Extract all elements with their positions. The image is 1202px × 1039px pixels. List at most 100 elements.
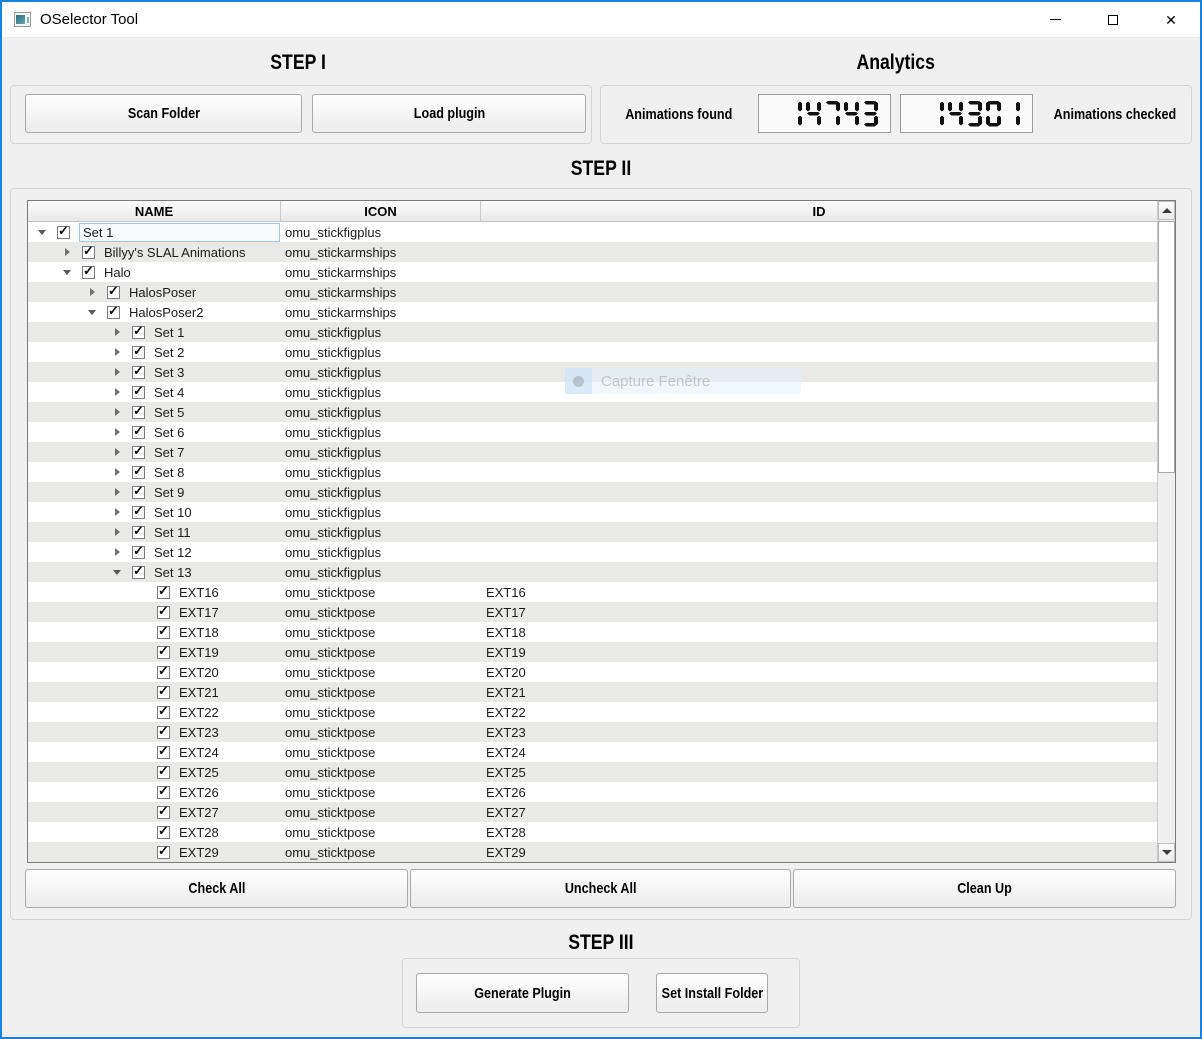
tree-row[interactable]: ✓EXT20omu_sticktposeEXT20 <box>28 662 1157 682</box>
tree-row[interactable]: ✓Set 5omu_stickfigplus <box>28 402 1157 422</box>
expand-arrow-icon[interactable] <box>115 348 120 356</box>
row-checkbox[interactable]: ✓ <box>107 286 120 299</box>
tree-row[interactable]: ✓EXT18omu_sticktposeEXT18 <box>28 622 1157 642</box>
row-checkbox[interactable]: ✓ <box>157 806 170 819</box>
expand-arrow-icon[interactable] <box>115 508 120 516</box>
row-checkbox[interactable]: ✓ <box>82 246 95 259</box>
check-all-button[interactable]: Check All <box>25 869 408 908</box>
expand-arrow-icon[interactable] <box>65 248 70 256</box>
generate-plugin-button[interactable]: Generate Plugin <box>416 973 629 1013</box>
inline-edit-field[interactable]: Set 1 <box>79 223 280 242</box>
expand-arrow-icon[interactable] <box>115 448 120 456</box>
row-checkbox[interactable]: ✓ <box>157 666 170 679</box>
tree-row[interactable]: ✓Set 12omu_stickfigplus <box>28 542 1157 562</box>
row-checkbox[interactable]: ✓ <box>132 346 145 359</box>
row-checkbox[interactable]: ✓ <box>132 506 145 519</box>
scroll-up-button[interactable] <box>1158 201 1175 220</box>
row-checkbox[interactable]: ✓ <box>132 526 145 539</box>
scrollbar-thumb[interactable] <box>1158 221 1175 473</box>
tree-row[interactable]: ✓EXT28omu_sticktposeEXT28 <box>28 822 1157 842</box>
row-checkbox[interactable]: ✓ <box>157 826 170 839</box>
row-checkbox[interactable]: ✓ <box>132 486 145 499</box>
row-checkbox[interactable]: ✓ <box>132 386 145 399</box>
tree-row[interactable]: ✓Haloomu_stickarmships <box>28 262 1157 282</box>
tree-row[interactable]: ✓Set 13omu_stickfigplus <box>28 562 1157 582</box>
row-checkbox[interactable]: ✓ <box>132 366 145 379</box>
collapse-arrow-icon[interactable] <box>113 570 121 575</box>
row-checkbox[interactable]: ✓ <box>132 466 145 479</box>
row-checkbox[interactable]: ✓ <box>157 706 170 719</box>
collapse-arrow-icon[interactable] <box>88 310 96 315</box>
vertical-scrollbar[interactable] <box>1157 201 1175 862</box>
tree-row[interactable]: ✓Set 1omu_stickfigplus <box>28 222 1157 242</box>
row-checkbox[interactable]: ✓ <box>132 566 145 579</box>
tree-row[interactable]: ✓EXT25omu_sticktposeEXT25 <box>28 762 1157 782</box>
minimize-button[interactable] <box>1026 2 1084 37</box>
row-checkbox[interactable]: ✓ <box>107 306 120 319</box>
tree-row[interactable]: ✓EXT29omu_sticktposeEXT29 <box>28 842 1157 862</box>
tree-row[interactable]: ✓Set 7omu_stickfigplus <box>28 442 1157 462</box>
row-checkbox[interactable]: ✓ <box>157 626 170 639</box>
expand-arrow-icon[interactable] <box>115 428 120 436</box>
expand-arrow-icon[interactable] <box>115 548 120 556</box>
load-plugin-button[interactable]: Load plugin <box>312 94 586 133</box>
row-checkbox[interactable]: ✓ <box>157 786 170 799</box>
expand-arrow-icon[interactable] <box>90 288 95 296</box>
row-checkbox[interactable]: ✓ <box>82 266 95 279</box>
collapse-arrow-icon[interactable] <box>63 270 71 275</box>
scroll-down-button[interactable] <box>1158 843 1175 862</box>
expand-arrow-icon[interactable] <box>115 488 120 496</box>
expand-arrow-icon[interactable] <box>115 388 120 396</box>
maximize-button[interactable] <box>1084 2 1142 37</box>
row-checkbox[interactable]: ✓ <box>132 546 145 559</box>
row-checkbox[interactable]: ✓ <box>157 646 170 659</box>
tree-row[interactable]: ✓Set 1omu_stickfigplus <box>28 322 1157 342</box>
expand-arrow-icon[interactable] <box>115 408 120 416</box>
tree-row[interactable]: ✓Set 6omu_stickfigplus <box>28 422 1157 442</box>
row-checkbox[interactable]: ✓ <box>157 746 170 759</box>
row-checkbox[interactable]: ✓ <box>132 446 145 459</box>
tree-row[interactable]: ✓Billyy's SLAL Animationsomu_stickarmshi… <box>28 242 1157 262</box>
tree-row[interactable]: ✓EXT27omu_sticktposeEXT27 <box>28 802 1157 822</box>
tree-row[interactable]: ✓EXT22omu_sticktposeEXT22 <box>28 702 1157 722</box>
expand-arrow-icon[interactable] <box>115 468 120 476</box>
clean-up-button[interactable]: Clean Up <box>793 869 1176 908</box>
scan-folder-button[interactable]: Scan Folder <box>25 94 302 133</box>
tree-row[interactable]: ✓Set 4omu_stickfigplus <box>28 382 1157 402</box>
expand-arrow-icon[interactable] <box>115 528 120 536</box>
row-checkbox[interactable]: ✓ <box>157 846 170 859</box>
row-checkbox[interactable]: ✓ <box>157 726 170 739</box>
set-install-folder-button[interactable]: Set Install Folder <box>656 973 768 1013</box>
tree-row[interactable]: ✓Set 3omu_stickfigplus <box>28 362 1157 382</box>
tree-row[interactable]: ✓Set 8omu_stickfigplus <box>28 462 1157 482</box>
row-checkbox[interactable]: ✓ <box>157 586 170 599</box>
collapse-arrow-icon[interactable] <box>38 230 46 235</box>
expand-arrow-icon[interactable] <box>115 328 120 336</box>
tree-row[interactable]: ✓HalosPoseromu_stickarmships <box>28 282 1157 302</box>
tree-row[interactable]: ✓Set 2omu_stickfigplus <box>28 342 1157 362</box>
title-bar[interactable]: OSelector Tool ✕ <box>2 2 1200 38</box>
row-checkbox[interactable]: ✓ <box>132 326 145 339</box>
row-checkbox[interactable]: ✓ <box>157 766 170 779</box>
tree-row[interactable]: ✓EXT19omu_sticktposeEXT19 <box>28 642 1157 662</box>
tree-row[interactable]: ✓Set 11omu_stickfigplus <box>28 522 1157 542</box>
tree-row[interactable]: ✓EXT21omu_sticktposeEXT21 <box>28 682 1157 702</box>
tree-row[interactable]: ✓EXT16omu_sticktposeEXT16 <box>28 582 1157 602</box>
row-checkbox[interactable]: ✓ <box>132 426 145 439</box>
close-button[interactable]: ✕ <box>1142 2 1200 37</box>
row-checkbox[interactable]: ✓ <box>132 406 145 419</box>
tree-row[interactable]: ✓HalosPoser2omu_stickarmships <box>28 302 1157 322</box>
row-checkbox[interactable]: ✓ <box>57 226 70 239</box>
tree-row[interactable]: ✓EXT23omu_sticktposeEXT23 <box>28 722 1157 742</box>
tree-row[interactable]: ✓EXT24omu_sticktposeEXT24 <box>28 742 1157 762</box>
uncheck-all-button[interactable]: Uncheck All <box>410 869 791 908</box>
row-checkbox[interactable]: ✓ <box>157 686 170 699</box>
tree-row[interactable]: ✓Set 9omu_stickfigplus <box>28 482 1157 502</box>
tree-row[interactable]: ✓EXT17omu_sticktposeEXT17 <box>28 602 1157 622</box>
tree-row[interactable]: ✓Set 10omu_stickfigplus <box>28 502 1157 522</box>
column-header-id[interactable]: ID <box>481 201 1157 221</box>
column-header-name[interactable]: NAME <box>28 201 281 221</box>
row-checkbox[interactable]: ✓ <box>157 606 170 619</box>
expand-arrow-icon[interactable] <box>115 368 120 376</box>
column-header-icon[interactable]: ICON <box>281 201 481 221</box>
